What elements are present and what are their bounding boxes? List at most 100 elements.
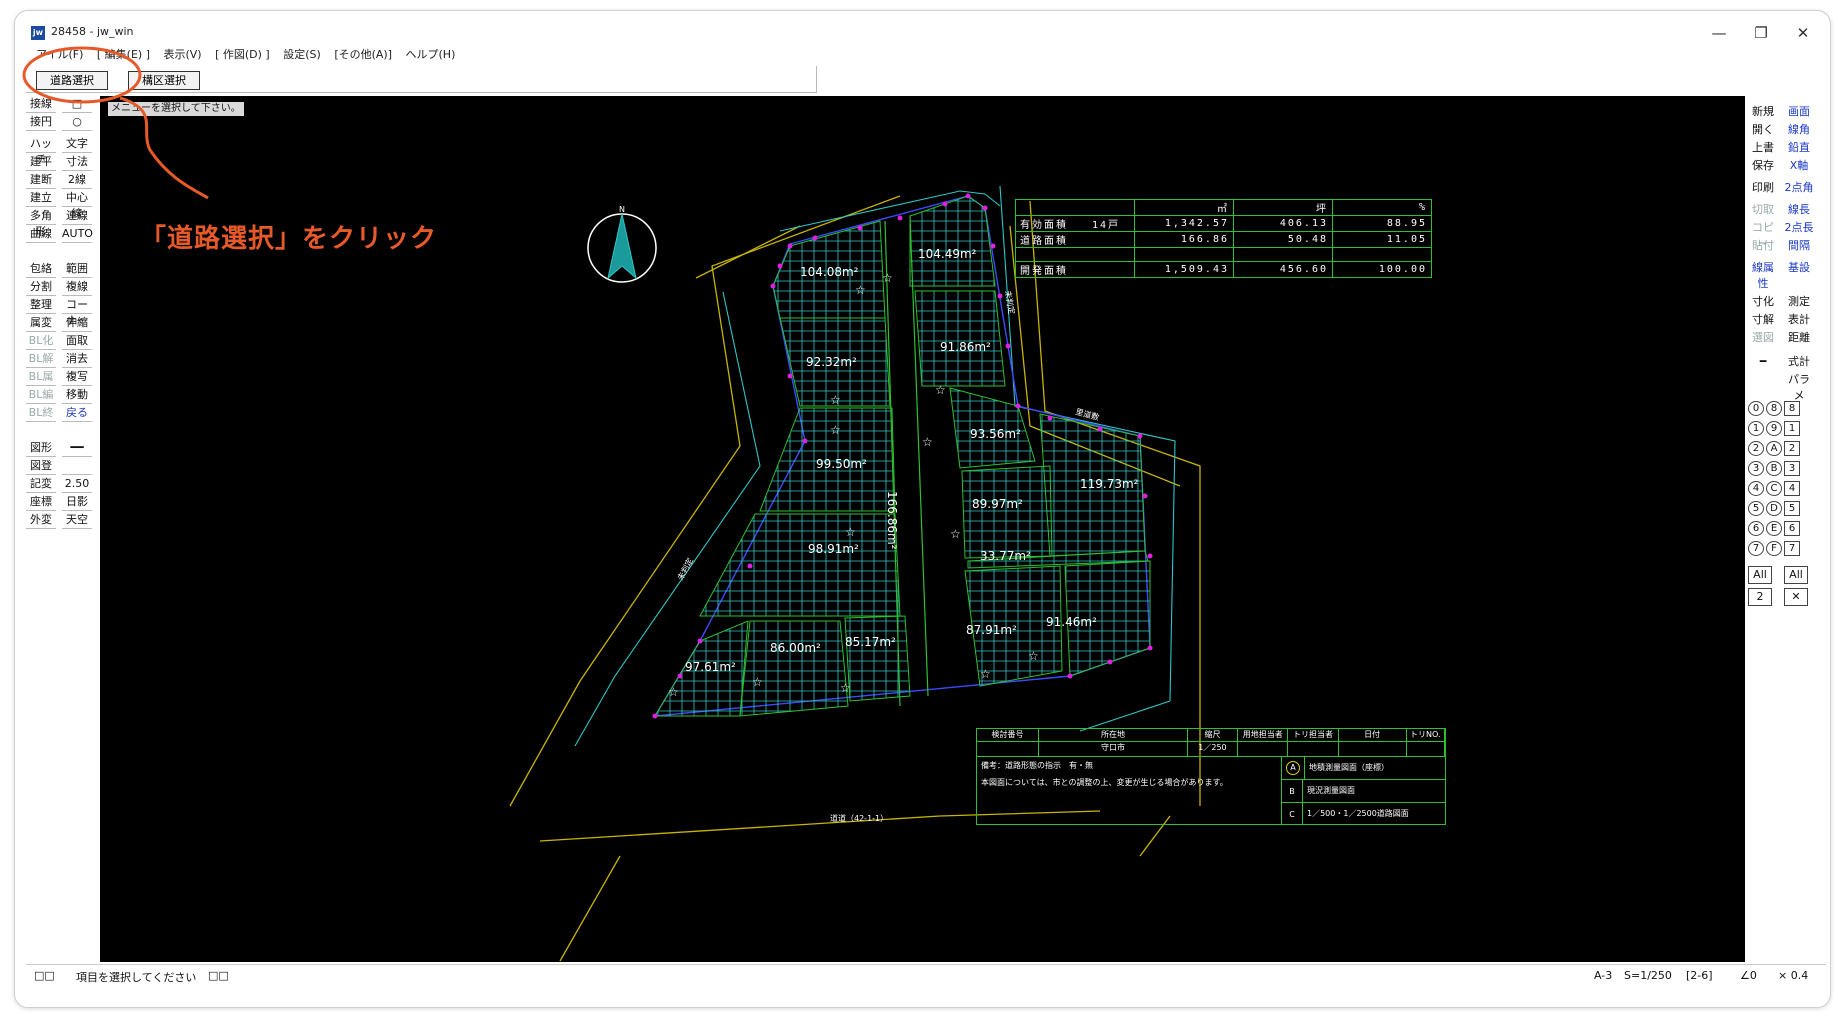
rtool-9-0[interactable]: 寸化 xyxy=(1748,294,1778,310)
rtool-8-0[interactable]: 線属性 xyxy=(1748,260,1778,290)
rtool-1-0[interactable]: 開く xyxy=(1748,122,1778,138)
tool-20-1[interactable]: 日影 xyxy=(62,494,92,511)
rtool-6-1[interactable]: 2点長 xyxy=(1784,220,1814,236)
rtool-2-0[interactable]: 上書 xyxy=(1748,140,1778,156)
tool-20-0[interactable]: 座標 xyxy=(26,494,56,511)
tool-9-1[interactable]: 複線 xyxy=(62,279,92,296)
rtool-10-0[interactable]: 寸解 xyxy=(1748,312,1778,328)
layer-button[interactable]: 3 xyxy=(1784,461,1800,476)
layer-button[interactable]: 4 xyxy=(1784,481,1800,496)
rtool-1-1[interactable]: 線角 xyxy=(1784,122,1814,138)
tool-6-0[interactable]: 多角形 xyxy=(26,208,56,238)
tool-14-0[interactable]: BL属 xyxy=(26,369,56,386)
rtool-13-0[interactable] xyxy=(1748,372,1778,388)
tool-7-0[interactable]: 曲線 xyxy=(26,226,56,243)
tool-12-0[interactable]: BL化 xyxy=(26,333,56,350)
tool-19-0[interactable]: 記変 xyxy=(26,476,56,493)
layer-button[interactable]: D xyxy=(1766,501,1782,516)
layer-all-button[interactable]: All xyxy=(1748,566,1772,584)
scale[interactable]: S=1/250 xyxy=(1624,969,1672,982)
tool-10-1[interactable]: コーナー xyxy=(62,297,92,327)
rtool-9-1[interactable]: 測定 xyxy=(1784,294,1814,310)
restore-button[interactable]: ❐ xyxy=(1747,23,1775,43)
tool-21-0[interactable]: 外変 xyxy=(26,512,56,529)
layer-button[interactable]: 5 xyxy=(1748,501,1764,516)
rtool-7-1[interactable]: 間隔 xyxy=(1784,238,1814,254)
menu-other[interactable]: [その他(A)] xyxy=(334,48,392,61)
tool-8-1[interactable]: 範囲 xyxy=(62,261,92,278)
tool-17-0[interactable]: 図形 xyxy=(26,440,56,457)
tool-9-0[interactable]: 分割 xyxy=(26,279,56,296)
tool-18-0[interactable]: 図登 xyxy=(26,458,56,475)
layer-all-button[interactable]: ✕ xyxy=(1784,588,1808,606)
rtool-10-1[interactable]: 表計 xyxy=(1784,312,1814,328)
tool-18-1[interactable] xyxy=(62,458,92,475)
layer-button[interactable]: A xyxy=(1766,441,1782,456)
layer-button[interactable]: F xyxy=(1766,541,1782,556)
rtool-3-1[interactable]: X軸 xyxy=(1784,158,1814,174)
layer-button[interactable]: 8 xyxy=(1784,401,1800,416)
tool-11-1[interactable]: 伸縮 xyxy=(62,315,92,332)
close-button[interactable]: ✕ xyxy=(1789,23,1817,43)
rtool-6-0[interactable]: コピー xyxy=(1748,220,1778,250)
rtool-2-1[interactable]: 鉛直 xyxy=(1784,140,1814,156)
tool-10-0[interactable]: 整理 xyxy=(26,297,56,314)
rtool-11-0[interactable]: 選図 xyxy=(1748,330,1778,346)
layer-button[interactable]: 5 xyxy=(1784,501,1800,516)
tool-12-1[interactable]: 面取 xyxy=(62,333,92,350)
tool-15-1[interactable]: 移動 xyxy=(62,387,92,404)
rtool-12-0[interactable]: ━ xyxy=(1748,354,1778,370)
menu-settings[interactable]: 設定(S) xyxy=(283,48,321,61)
tool-17-1[interactable]: ━━ xyxy=(62,440,92,457)
rtool-3-0[interactable]: 保存 xyxy=(1748,158,1778,174)
layer-button[interactable]: 9 xyxy=(1766,421,1782,436)
layer-all-button[interactable]: 2 xyxy=(1748,588,1772,606)
minimize-button[interactable]: — xyxy=(1705,23,1733,43)
rtool-4-0[interactable]: 印刷 xyxy=(1748,180,1778,196)
layer-button[interactable]: 0 xyxy=(1748,401,1764,416)
layer-indicator[interactable]: [2-6] xyxy=(1686,969,1713,982)
tool-14-1[interactable]: 複写 xyxy=(62,369,92,386)
tool-11-0[interactable]: 属変 xyxy=(26,315,56,332)
rtool-0-1[interactable]: 画面 xyxy=(1784,104,1814,120)
layer-button[interactable]: B xyxy=(1766,461,1782,476)
tool-19-1[interactable]: 2.50 xyxy=(62,476,92,493)
layer-button[interactable]: 2 xyxy=(1784,441,1800,456)
tool-13-1[interactable]: 消去 xyxy=(62,351,92,368)
layer-button[interactable]: E xyxy=(1766,521,1782,536)
rtool-5-1[interactable]: 線長 xyxy=(1784,202,1814,218)
tool-7-1[interactable]: AUTO xyxy=(62,226,93,243)
rtool-8-1[interactable]: 基設 xyxy=(1784,260,1814,276)
tool-15-0[interactable]: BL編 xyxy=(26,387,56,404)
tool-16-1[interactable]: 戻る xyxy=(62,405,92,422)
layer-button[interactable]: 6 xyxy=(1748,521,1764,536)
tool-13-0[interactable]: BL解 xyxy=(26,351,56,368)
rtool-0-0[interactable]: 新規 xyxy=(1748,104,1778,120)
layer-all-button[interactable]: All xyxy=(1784,566,1808,584)
angle[interactable]: ∠0 xyxy=(1740,969,1757,982)
layer-button[interactable]: 4 xyxy=(1748,481,1764,496)
tool-21-1[interactable]: 天空 xyxy=(62,512,92,529)
rtool-11-1[interactable]: 距離 xyxy=(1784,330,1814,346)
layer-button[interactable]: 7 xyxy=(1748,541,1764,556)
layer-button[interactable]: 2 xyxy=(1748,441,1764,456)
tool-16-0[interactable]: BL終 xyxy=(26,405,56,422)
menu-help[interactable]: ヘルプ(H) xyxy=(406,48,456,61)
layer-button[interactable]: 7 xyxy=(1784,541,1800,556)
menu-draw[interactable]: [ 作図(D) ] xyxy=(215,48,270,61)
rtool-5-0[interactable]: 切取 xyxy=(1748,202,1778,218)
layer-button[interactable]: 6 xyxy=(1784,521,1800,536)
zoom-factor[interactable]: × 0.4 xyxy=(1778,969,1808,982)
layer-button[interactable]: 8 xyxy=(1766,401,1782,416)
rtool-13-1[interactable]: パラメ xyxy=(1784,372,1814,402)
tool-8-0[interactable]: 包絡 xyxy=(26,261,56,278)
layer-button[interactable]: 1 xyxy=(1784,421,1800,436)
tool-6-1[interactable]: 連線 xyxy=(62,208,92,225)
rtool-7-0[interactable]: 貼付 xyxy=(1748,238,1778,254)
layer-button[interactable]: C xyxy=(1766,481,1782,496)
rtool-12-1[interactable]: 式計 xyxy=(1784,354,1814,370)
layer-button[interactable]: 3 xyxy=(1748,461,1764,476)
layer-button[interactable]: 1 xyxy=(1748,421,1764,436)
rtool-4-1[interactable]: 2点角 xyxy=(1784,180,1814,196)
paper-size[interactable]: A-3 xyxy=(1594,969,1612,982)
